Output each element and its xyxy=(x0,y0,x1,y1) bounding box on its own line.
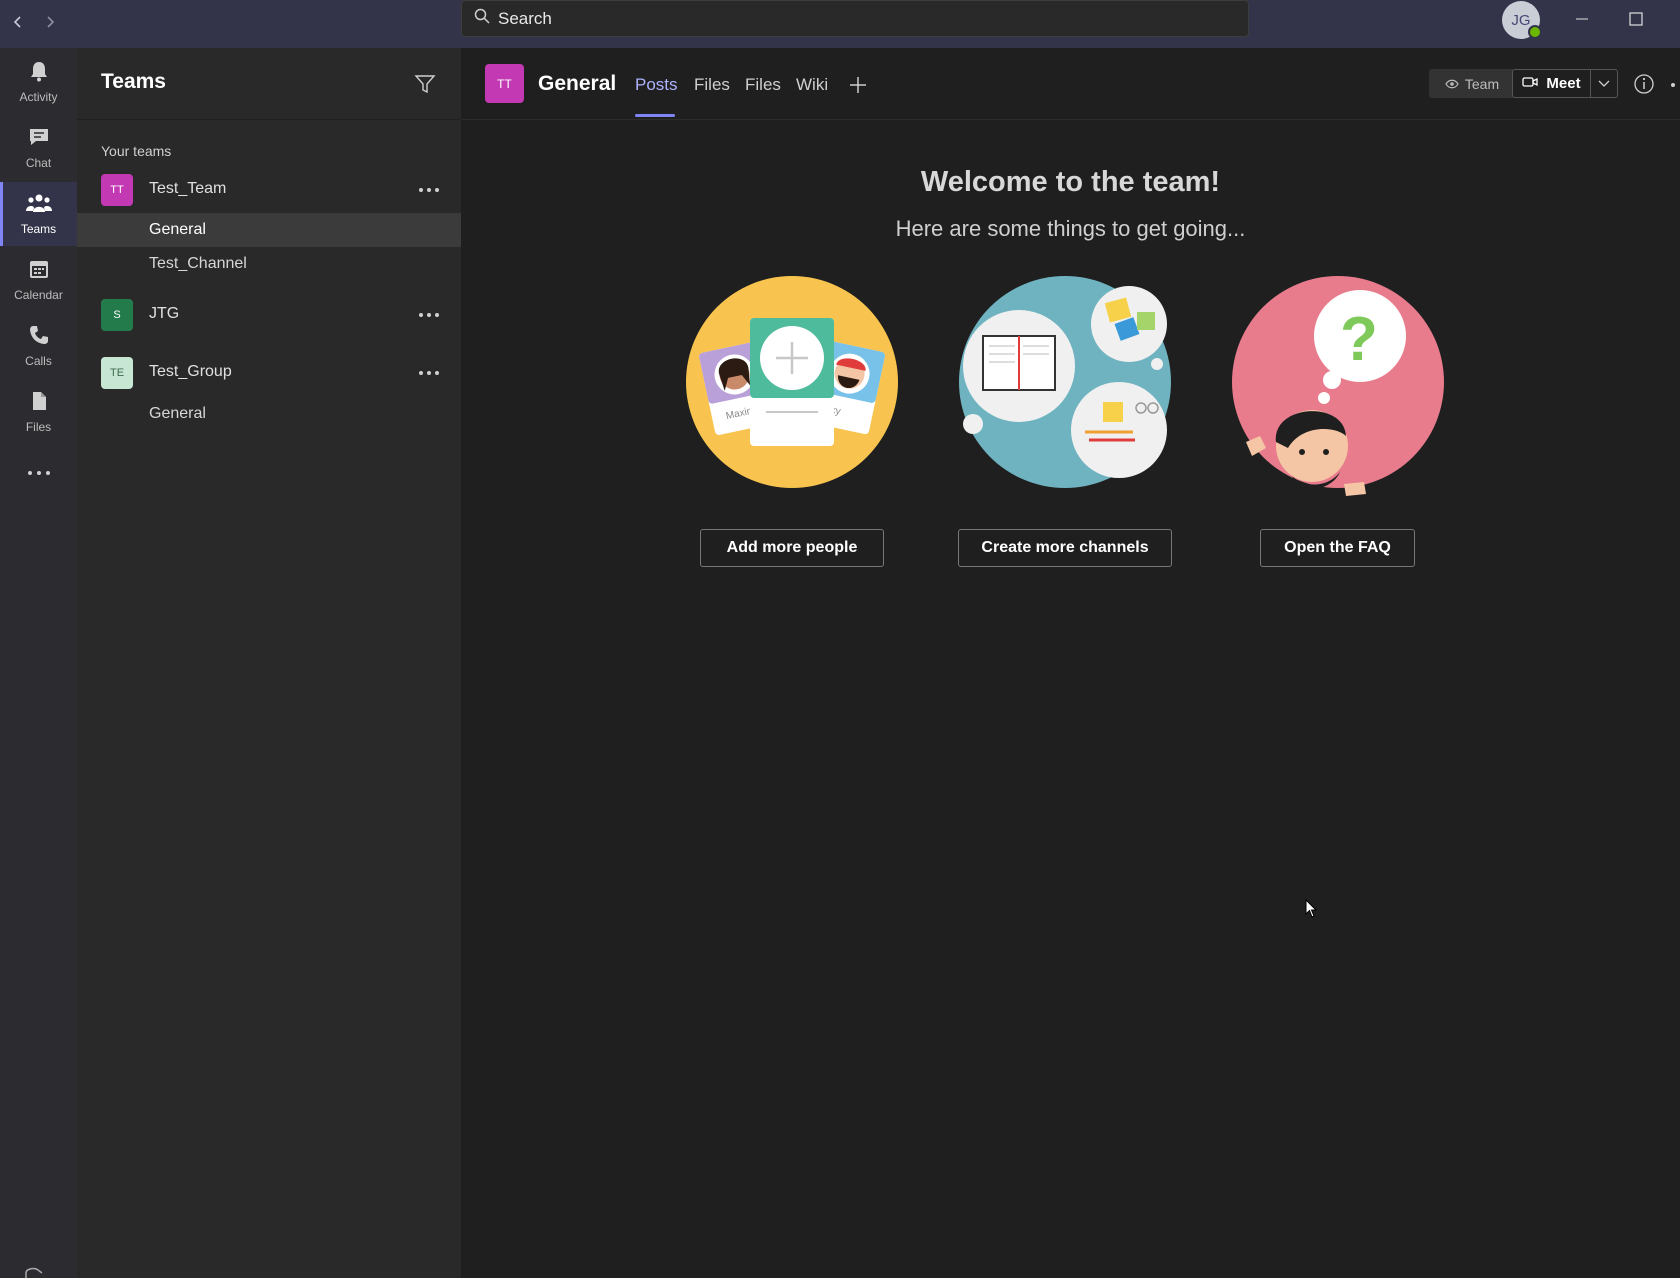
tab-posts[interactable]: Posts xyxy=(635,75,678,95)
channel-name: General xyxy=(149,405,206,422)
video-camera-icon xyxy=(1522,75,1539,92)
rail-label: Files xyxy=(25,420,52,434)
rail-item-teams[interactable]: Teams xyxy=(0,182,77,246)
filter-icon[interactable] xyxy=(413,72,437,96)
minimize-icon[interactable] xyxy=(1567,6,1597,32)
more-options-icon[interactable] xyxy=(415,305,443,325)
channel-header: TT General Posts Files Files Wiki Team M… xyxy=(461,48,1680,120)
title-bar: Search JG xyxy=(0,0,1680,48)
more-actions-icon[interactable] xyxy=(1671,83,1675,87)
tab-files[interactable]: Files xyxy=(694,75,730,95)
search-input[interactable]: Search xyxy=(461,0,1249,37)
meet-label: Meet xyxy=(1546,75,1581,92)
more-options-icon[interactable] xyxy=(415,180,443,200)
rail-label: Calendar xyxy=(14,288,63,302)
search-placeholder: Search xyxy=(498,8,552,28)
team-row-test-team[interactable]: TT Test_Team xyxy=(77,168,461,212)
teams-icon xyxy=(25,192,52,219)
rail-label: Calls xyxy=(25,354,52,368)
channel-team-avatar: TT xyxy=(485,64,524,103)
active-tab-indicator xyxy=(635,114,675,117)
meet-button[interactable]: Meet xyxy=(1512,69,1591,98)
more-apps-icon[interactable] xyxy=(0,451,77,495)
chat-icon xyxy=(28,126,50,153)
user-avatar[interactable]: JG xyxy=(1502,1,1542,39)
rail-item-files[interactable]: Files xyxy=(0,380,77,444)
open-faq-button[interactable]: Open the FAQ xyxy=(1260,529,1415,567)
team-avatar: TE xyxy=(101,357,133,389)
rail-item-chat[interactable]: Chat xyxy=(0,116,77,180)
svg-text:?: ? xyxy=(1340,305,1378,374)
calendar-icon xyxy=(28,258,50,285)
info-icon[interactable] xyxy=(1633,73,1655,95)
rail-label: Teams xyxy=(20,222,57,236)
rail-label: Chat xyxy=(25,156,52,170)
add-tab-icon[interactable] xyxy=(847,74,869,96)
create-more-channels-button[interactable]: Create more channels xyxy=(958,529,1172,567)
teams-panel: Teams Your teams TT Test_Team General Te… xyxy=(77,48,461,1278)
forward-icon[interactable] xyxy=(38,10,62,34)
presence-available-icon xyxy=(1528,25,1542,39)
team-avatar: TT xyxy=(101,174,133,206)
app-rail: Activity Chat Teams Calendar Calls Files xyxy=(0,48,77,1278)
channel-item-general[interactable]: General xyxy=(77,397,461,431)
your-teams-label: Your teams xyxy=(101,143,172,159)
channels-illustration xyxy=(959,276,1171,488)
rail-label: Activity xyxy=(19,90,58,104)
team-view-button[interactable]: Team xyxy=(1429,69,1515,98)
add-more-people-button[interactable]: Add more people xyxy=(700,529,884,567)
eye-icon xyxy=(1445,76,1459,92)
phone-icon xyxy=(28,324,50,351)
rail-item-calendar[interactable]: Calendar xyxy=(0,248,77,312)
rail-item-activity[interactable]: Activity xyxy=(0,50,77,114)
help-icon[interactable] xyxy=(20,1266,48,1278)
panel-title: Teams xyxy=(101,70,166,93)
maximize-icon[interactable] xyxy=(1621,6,1651,32)
faq-illustration: ? xyxy=(1232,276,1444,496)
teams-window: Search JG Activity Chat Teams Calendar C… xyxy=(0,0,1680,1278)
tab-wiki[interactable]: Wiki xyxy=(796,75,828,95)
team-row-test-group[interactable]: TE Test_Group xyxy=(77,351,461,395)
team-name: Test_Group xyxy=(149,363,232,380)
rail-item-calls[interactable]: Calls xyxy=(0,314,77,378)
back-icon[interactable] xyxy=(6,10,30,34)
file-icon xyxy=(28,390,50,417)
meet-dropdown-chevron-down-icon[interactable] xyxy=(1590,69,1618,98)
channel-item-test-channel[interactable]: Test_Channel xyxy=(77,247,461,281)
mouse-cursor-icon xyxy=(1305,898,1319,919)
team-row-jtg[interactable]: S JTG xyxy=(77,293,461,337)
channel-name: General xyxy=(149,221,206,238)
team-avatar: S xyxy=(101,299,133,331)
channel-main: TT General Posts Files Files Wiki Team M… xyxy=(461,48,1680,1278)
search-icon xyxy=(474,8,490,29)
team-name: JTG xyxy=(149,305,180,322)
people-cards-illustration: Maxine ky xyxy=(686,276,898,488)
bell-icon xyxy=(28,60,50,87)
channel-title: General xyxy=(538,72,617,95)
channel-name: Test_Channel xyxy=(149,255,247,272)
channel-item-general[interactable]: General xyxy=(77,213,461,247)
tab-files-2[interactable]: Files xyxy=(745,75,781,95)
team-name: Test_Team xyxy=(149,180,227,197)
welcome-subtitle: Here are some things to get going... xyxy=(895,216,1246,241)
more-options-icon[interactable] xyxy=(415,363,443,383)
panel-header: Teams xyxy=(77,48,461,120)
welcome-title: Welcome to the team! xyxy=(920,166,1221,198)
team-label: Team xyxy=(1464,75,1500,92)
avatar-initials: JG xyxy=(1511,11,1531,29)
